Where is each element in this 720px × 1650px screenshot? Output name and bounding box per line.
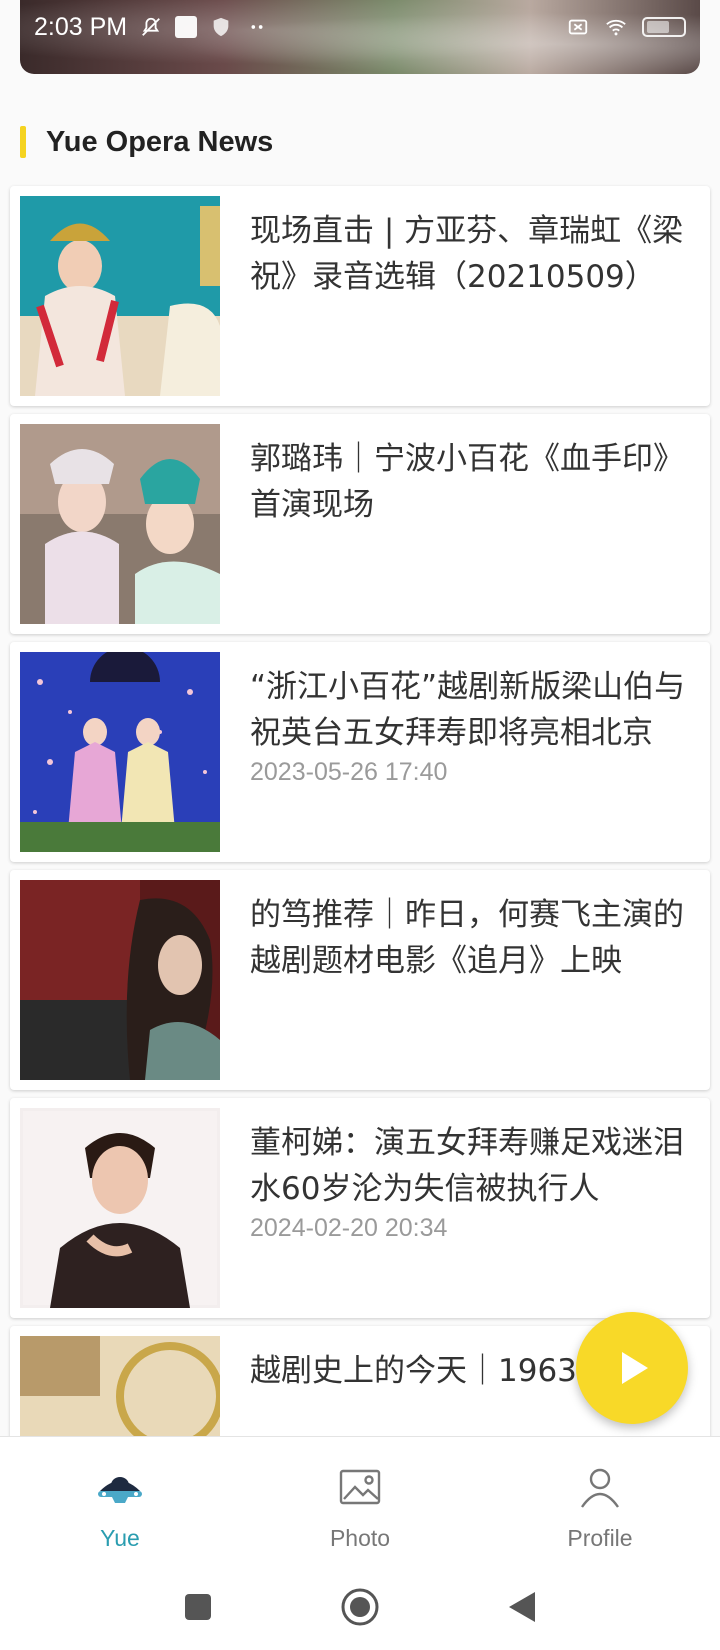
person-icon: [581, 1468, 619, 1508]
image-icon: [339, 1469, 381, 1505]
news-title: 现场直击 | 方亚芬、章瑞虹《梁祝》录音选辑（20210509）: [250, 213, 684, 295]
section-title: Yue Opera News: [46, 125, 274, 158]
news-thumbnail: [20, 1108, 220, 1308]
section-accent-bar: [20, 126, 26, 158]
news-thumbnail: [20, 652, 220, 852]
more-dots-icon: [251, 25, 263, 29]
news-title: 董柯娣：演五女拜寿赚足戏迷泪水60岁沦为失信被执行人: [250, 1125, 684, 1207]
nav-label-profile: Profile: [567, 1525, 633, 1551]
news-title: 郭璐玮｜宁波小百花《血手印》首演现场: [250, 441, 684, 523]
sim-off-icon: [568, 19, 588, 35]
battery-icon: [642, 17, 686, 37]
mute-icon: [142, 17, 161, 36]
nav-label-photo: Photo: [329, 1525, 391, 1551]
play-button[interactable]: [576, 1312, 688, 1424]
back-button[interactable]: [500, 1585, 544, 1629]
news-thumbnail: [20, 880, 220, 1080]
play-icon: [622, 1352, 648, 1384]
news-card[interactable]: 现场直击 | 方亚芬、章瑞虹《梁祝》录音选辑（20210509）: [10, 186, 710, 406]
bottom-nav: Yue Photo Profile: [0, 1436, 720, 1564]
news-title: “浙江小百花”越剧新版梁山伯与祝英台五女拜寿即将亮相北京: [250, 669, 686, 751]
nav-item-yue[interactable]: Yue: [0, 1437, 240, 1564]
status-time: 2:03 PM: [34, 12, 128, 41]
news-date: 2023-05-26 17:40: [250, 758, 448, 786]
square-icon: [185, 1594, 211, 1620]
recent-apps-button[interactable]: [176, 1585, 220, 1629]
home-button[interactable]: [338, 1585, 382, 1629]
news-card[interactable]: “浙江小百花”越剧新版梁山伯与祝英台五女拜寿即将亮相北京 2023-05-26 …: [10, 642, 710, 862]
opera-mask-icon: [98, 1477, 142, 1503]
status-bar: 2:03 PM: [0, 0, 720, 54]
system-nav-bar: [0, 1564, 720, 1650]
news-title: 的笃推荐｜昨日，何赛飞主演的越剧题材电影《追月》上映: [250, 897, 684, 979]
back-triangle-icon: [509, 1592, 535, 1622]
wifi-icon: [606, 19, 626, 36]
news-thumbnail: [20, 196, 220, 396]
shield-icon: [213, 17, 229, 37]
circle-icon: [341, 1588, 379, 1626]
nav-label-yue: Yue: [100, 1525, 140, 1551]
news-card[interactable]: 郭璐玮｜宁波小百花《血手印》首演现场: [10, 414, 710, 634]
section-header: Yue Opera News: [20, 126, 273, 158]
news-date: 2024-02-20 20:34: [250, 1214, 448, 1242]
news-thumbnail: [20, 424, 220, 624]
news-card[interactable]: 董柯娣：演五女拜寿赚足戏迷泪水60岁沦为失信被执行人 2024-02-20 20…: [10, 1098, 710, 1318]
news-card[interactable]: 的笃推荐｜昨日，何赛飞主演的越剧题材电影《追月》上映: [10, 870, 710, 1090]
nav-item-profile[interactable]: Profile: [480, 1437, 720, 1564]
nav-item-photo[interactable]: Photo: [240, 1437, 480, 1564]
notification-square-icon: [175, 16, 198, 38]
